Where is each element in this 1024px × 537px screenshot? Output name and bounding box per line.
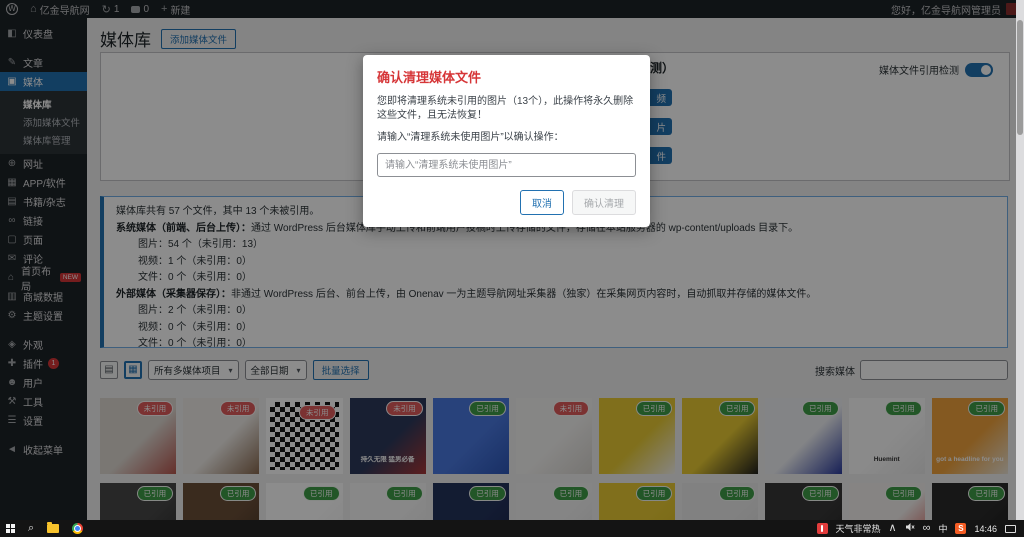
confirm-text-input[interactable] <box>377 153 636 177</box>
screen: W ⌂ 亿金导航网 ↻ 1 0 + 新建 您好，亿金导航网管理员 ◧ 仪表盘 ✎ 文章… <box>0 0 1024 537</box>
sogou-input-icon[interactable]: S <box>955 523 967 534</box>
clock[interactable]: 14:46 <box>974 524 997 534</box>
page-scrollbar[interactable] <box>1016 0 1024 520</box>
dialog-warning-text: 您即将清理系统未引用的图片（13个），此操作将永久删除这些文件，且无法恢复！ <box>377 96 634 121</box>
link-icon[interactable]: ∞ <box>923 523 931 534</box>
thermometer-icon[interactable] <box>816 523 828 534</box>
tray-expand-icon[interactable]: ∧ <box>889 523 897 534</box>
search-icon[interactable]: ⌕ <box>28 523 34 534</box>
confirm-cleanup-dialog: 确认清理媒体文件 您即将清理系统未引用的图片（13个），此操作将永久删除这些文件… <box>363 55 650 227</box>
volume-muted-icon[interactable] <box>905 522 915 535</box>
file-explorer-icon[interactable] <box>47 522 60 533</box>
notification-center-icon[interactable] <box>1005 524 1016 533</box>
confirm-cleanup-button[interactable]: 确认清理 <box>572 190 636 215</box>
scrollbar-thumb[interactable] <box>1017 20 1023 135</box>
start-button[interactable] <box>6 524 15 533</box>
dialog-instruction-text: 请输入“清理系统未使用图片”以确认操作： <box>377 132 564 143</box>
chrome-icon[interactable] <box>72 523 84 534</box>
ime-indicator[interactable]: 中 <box>938 522 947 535</box>
cancel-button[interactable]: 取消 <box>520 190 564 215</box>
windows-taskbar: ⌕ 天气非常热 ∧ ∞ 中 S 14:46 <box>0 520 1024 537</box>
dialog-title: 确认清理媒体文件 <box>377 70 482 85</box>
weather-text[interactable]: 天气非常热 <box>836 522 881 535</box>
